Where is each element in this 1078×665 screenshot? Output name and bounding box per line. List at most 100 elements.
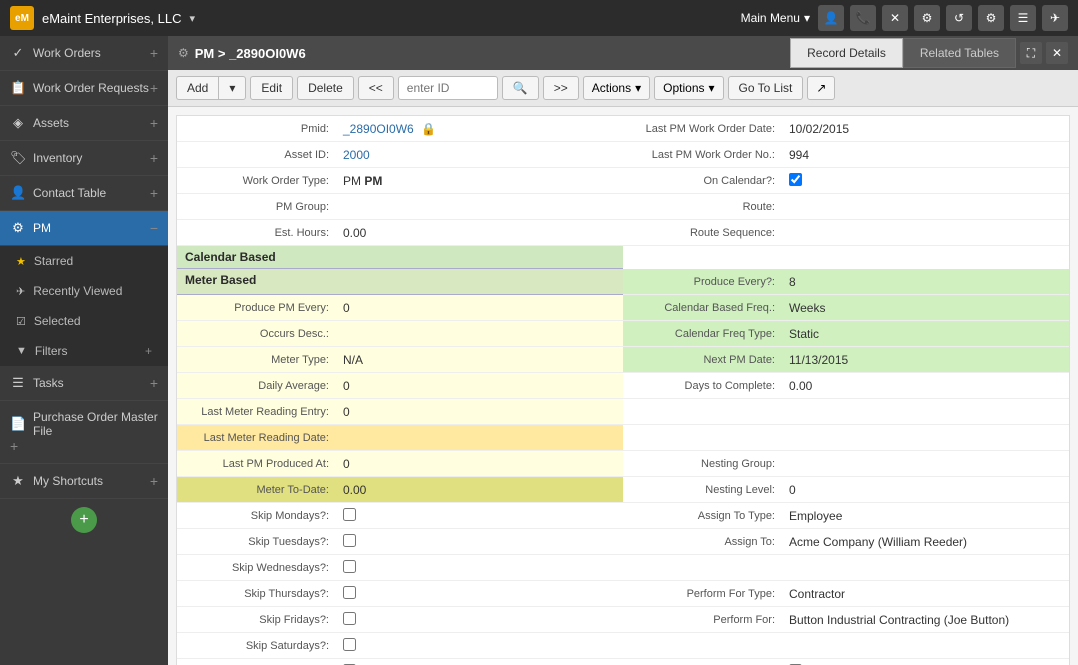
sidebar-label: PM xyxy=(33,221,51,235)
menu-icon[interactable]: ☰ xyxy=(1010,5,1036,31)
edit-button[interactable]: Edit xyxy=(250,76,293,100)
sidebar-item-starred[interactable]: ★ Starred xyxy=(0,246,168,276)
skip-thursdays-label: Skip Thursdays?: xyxy=(177,585,337,603)
assign-to-type-value: Employee xyxy=(783,506,1069,526)
skip-fridays-checkbox[interactable] xyxy=(343,612,356,625)
add-purchase-order-icon[interactable]: + xyxy=(10,438,18,454)
sidebar-expand-button[interactable]: + xyxy=(71,507,97,533)
phone-icon[interactable]: 📞 xyxy=(850,5,876,31)
skip-wednesdays-label: Skip Wednesdays?: xyxy=(177,559,337,577)
gear-icon[interactable]: ⚙ xyxy=(978,5,1004,31)
on-calendar-row: On Calendar?: xyxy=(623,168,1069,194)
sidebar-label: Inventory xyxy=(33,151,82,165)
cal-freq-type-label: Calendar Freq Type: xyxy=(623,325,783,343)
calendar-based-header: Calendar Based xyxy=(177,246,623,269)
share-button[interactable]: ↗ xyxy=(807,76,835,100)
add-tasks-icon[interactable]: + xyxy=(150,375,158,391)
tab-related-tables[interactable]: Related Tables xyxy=(903,38,1016,68)
sidebar-item-selected[interactable]: ☑ Selected xyxy=(0,306,168,336)
add-inventory-icon[interactable]: + xyxy=(150,150,158,166)
prev-button[interactable]: << xyxy=(358,76,394,100)
add-my-shortcuts-icon[interactable]: + xyxy=(150,473,158,489)
add-work-orders-icon[interactable]: + xyxy=(150,45,158,61)
last-pm-wo-no-label: Last PM Work Order No.: xyxy=(623,146,783,164)
sidebar-item-recently-viewed[interactable]: ✈ Recently Viewed xyxy=(0,276,168,306)
delete-button[interactable]: Delete xyxy=(297,76,354,100)
actions-dropdown[interactable]: Actions ▾ xyxy=(583,76,650,100)
add-contact-table-icon[interactable]: + xyxy=(150,185,158,201)
perform-for-row: Perform For: Button Industrial Contracti… xyxy=(623,607,1069,633)
add-dropdown-button[interactable]: ▾ xyxy=(218,76,246,100)
sidebar-item-pm[interactable]: ⚙ PM − xyxy=(0,211,168,246)
settings-icon[interactable]: ⚙ xyxy=(914,5,940,31)
meter-type-value: N/A xyxy=(337,350,623,370)
last-pm-produced-at-row: Last PM Produced At: 0 xyxy=(177,451,623,477)
produce-pm-every-value: 0 xyxy=(337,298,623,318)
go-to-list-button[interactable]: Go To List xyxy=(728,76,804,100)
sidebar-item-tasks[interactable]: ☰ Tasks + xyxy=(0,366,168,401)
close-record-icon[interactable]: ✕ xyxy=(1046,42,1068,64)
asset-id-value[interactable]: 2000 xyxy=(337,145,623,165)
skip-saturdays-checkbox[interactable] xyxy=(343,638,356,651)
sidebar-item-purchase-order[interactable]: 📄 Purchase Order Master File + xyxy=(0,401,168,464)
sidebar-item-filters[interactable]: ▼ Filters + xyxy=(0,336,168,366)
on-calendar-label: On Calendar?: xyxy=(623,172,783,190)
empty-left-2 xyxy=(623,425,1069,451)
on-calendar-checkbox[interactable] xyxy=(789,173,802,186)
collapse-pm-icon[interactable]: − xyxy=(150,220,158,236)
app-title-arrow[interactable]: ▾ xyxy=(189,12,195,25)
sidebar-item-inventory[interactable]: 🏷 Inventory + xyxy=(0,141,168,176)
occurs-desc-label: Occurs Desc.: xyxy=(177,325,337,343)
expand-record-icon[interactable]: ⛶ xyxy=(1020,42,1042,64)
last-pm-wo-date-row: Last PM Work Order Date: 10/02/2015 xyxy=(623,116,1069,142)
main-menu-button[interactable]: Main Menu ▾ xyxy=(741,11,810,25)
add-filter-icon[interactable]: + xyxy=(145,344,152,358)
occurs-desc-row: Occurs Desc.: xyxy=(177,321,623,347)
add-button[interactable]: Add xyxy=(176,76,218,100)
meter-to-date-row: Meter To-Date: 0.00 xyxy=(177,477,623,503)
meter-type-row: Meter Type: N/A xyxy=(177,347,623,373)
record-header: ⚙ PM > _2890OI0W6 Record Details Related… xyxy=(168,36,1078,70)
navigate-icon[interactable]: ✈ xyxy=(1042,5,1068,31)
add-assets-icon[interactable]: + xyxy=(150,115,158,131)
sidebar-item-work-orders[interactable]: ✓ Work Orders + xyxy=(0,36,168,71)
produce-every-value: 8 xyxy=(783,272,1069,292)
form-area: Pmid: _2890OI0W6 🔒 Last PM Work Order Da… xyxy=(168,107,1078,665)
perform-for-type-row: Perform For Type: Contractor xyxy=(623,581,1069,607)
sidebar-item-contact-table[interactable]: 👤 Contact Table + xyxy=(0,176,168,211)
empty-left-4 xyxy=(623,633,1069,659)
sidebar-item-work-order-requests[interactable]: 📋 Work Order Requests + xyxy=(0,71,168,106)
work-orders-icon: ✓ xyxy=(10,45,26,61)
work-order-type-row: Work Order Type: PM PM xyxy=(177,168,623,194)
user-icon[interactable]: 👤 xyxy=(818,5,844,31)
skip-mondays-checkbox[interactable] xyxy=(343,508,356,521)
cal-freq-type-value: Static xyxy=(783,324,1069,344)
top-bar-right: Main Menu ▾ 👤 📞 ✕ ⚙ ↺ ⚙ ☰ ✈ xyxy=(741,5,1068,31)
skip-wednesdays-checkbox[interactable] xyxy=(343,560,356,573)
next-button[interactable]: >> xyxy=(543,76,579,100)
sidebar-label: Work Orders xyxy=(33,46,101,60)
tab-record-details[interactable]: Record Details xyxy=(790,38,903,68)
assign-to-type-label: Assign To Type: xyxy=(623,507,783,525)
sidebar-item-my-shortcuts[interactable]: ★ My Shortcuts + xyxy=(0,464,168,499)
sidebar-item-assets[interactable]: ◈ Assets + xyxy=(0,106,168,141)
close-icon[interactable]: ✕ xyxy=(882,5,908,31)
options-dropdown[interactable]: Options ▾ xyxy=(654,76,723,100)
pmid-value[interactable]: _2890OI0W6 🔒 xyxy=(337,119,623,139)
skip-tuesdays-checkbox[interactable] xyxy=(343,534,356,547)
add-work-order-requests-icon[interactable]: + xyxy=(150,80,158,96)
lock-icon: 🔒 xyxy=(421,122,436,136)
skip-thursdays-checkbox[interactable] xyxy=(343,586,356,599)
top-bar-left: eM eMaint Enterprises, LLC ▾ xyxy=(10,6,195,30)
produce-pm-every-row: Produce PM Every: 0 xyxy=(177,295,623,321)
search-button[interactable]: 🔍 xyxy=(502,76,539,100)
cal-based-freq-row: Calendar Based Freq.: Weeks xyxy=(623,295,1069,321)
perform-for-type-value: Contractor xyxy=(783,584,1069,604)
last-meter-reading-entry-label: Last Meter Reading Entry: xyxy=(177,403,337,421)
last-pm-wo-no-row: Last PM Work Order No.: 994 xyxy=(623,142,1069,168)
last-meter-reading-date-row: Last Meter Reading Date: xyxy=(177,425,623,451)
nesting-group-value xyxy=(783,461,1069,467)
app-title: eMaint Enterprises, LLC xyxy=(42,11,181,26)
refresh-icon[interactable]: ↺ xyxy=(946,5,972,31)
search-input[interactable] xyxy=(398,76,498,100)
